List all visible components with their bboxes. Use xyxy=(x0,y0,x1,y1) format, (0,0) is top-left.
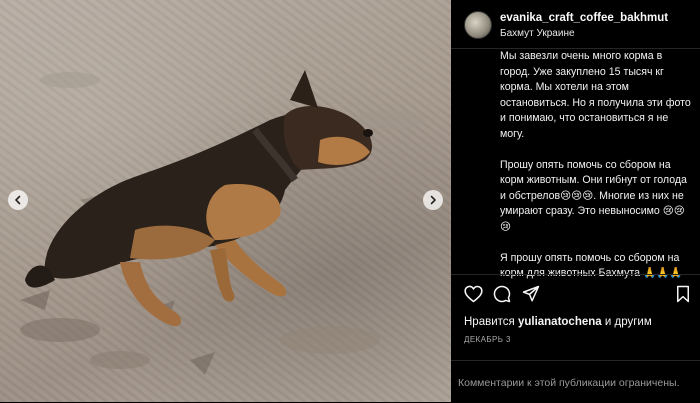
action-bar xyxy=(451,274,700,315)
post-caption: Мы завезли очень много корма в город. Уж… xyxy=(500,49,695,282)
chevron-right-icon xyxy=(430,195,436,205)
post-date[interactable]: ДЕКАБРЬ 3 xyxy=(464,335,511,344)
location-link[interactable]: Бахмут Украине xyxy=(500,28,575,39)
comment-icon xyxy=(493,285,511,303)
comment-button[interactable] xyxy=(493,285,511,303)
chevron-left-icon xyxy=(15,195,21,205)
previous-photo-button[interactable] xyxy=(8,190,28,210)
caption-paragraph: Прошу опять помочь со сбором на корм жив… xyxy=(500,158,687,233)
avatar[interactable] xyxy=(464,11,492,39)
post-media xyxy=(0,0,451,402)
likes-summary: Нравится yulianatochena и другим xyxy=(464,316,652,328)
dog-photo xyxy=(20,70,425,375)
like-button[interactable] xyxy=(464,285,483,303)
liker-username-link[interactable]: yulianatochena xyxy=(518,316,602,328)
comments-restricted-notice: Комментарии к этой публикации ограничены… xyxy=(458,377,680,389)
share-button[interactable] xyxy=(522,285,540,303)
username-link[interactable]: evanika_craft_coffee_bakhmut xyxy=(500,12,668,24)
next-photo-button[interactable] xyxy=(423,190,443,210)
post-side-panel: evanika_craft_coffee_bakhmut Бахмут Укра… xyxy=(451,0,700,402)
comments-area: Комментарии к этой публикации ограничены… xyxy=(451,360,700,403)
paper-plane-icon xyxy=(522,285,540,302)
heart-icon xyxy=(464,285,483,303)
likes-prefix: Нравится xyxy=(464,316,515,328)
caption-paragraph: Мы завезли очень много корма в город. Уж… xyxy=(500,50,691,140)
bookmark-icon xyxy=(677,285,689,303)
likes-suffix[interactable]: и другим xyxy=(605,316,652,328)
post-header: evanika_craft_coffee_bakhmut Бахмут Укра… xyxy=(451,0,700,49)
save-button[interactable] xyxy=(675,285,691,303)
